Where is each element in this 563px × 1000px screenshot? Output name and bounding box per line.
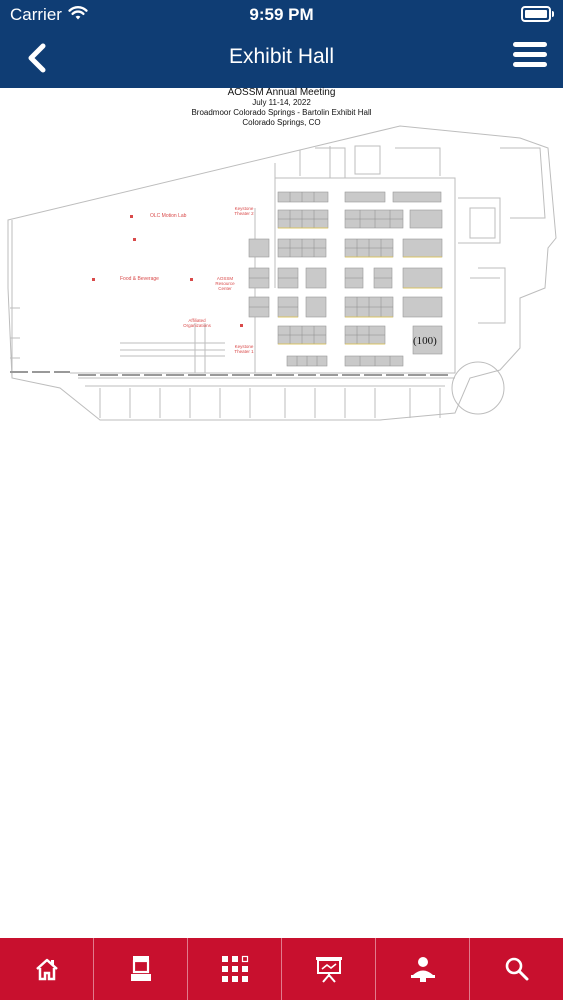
- hamburger-line: [513, 52, 547, 57]
- clock-time: 9:59 PM: [249, 5, 314, 24]
- tab-home[interactable]: [0, 938, 93, 1000]
- search-icon: [505, 957, 528, 981]
- tab-search[interactable]: [469, 938, 563, 1000]
- tab-speakers[interactable]: [375, 938, 469, 1000]
- booth-100-label[interactable]: (100): [413, 335, 437, 347]
- label-keystone-theater-2: Keystone Theater 2: [234, 206, 254, 216]
- exhibit-hall-floor-plan[interactable]: AOSSM Annual Meeting July 11-14, 2022 Br…: [0, 88, 563, 428]
- tab-floor-plan[interactable]: [187, 938, 281, 1000]
- tab-sessions[interactable]: [281, 938, 375, 1000]
- home-icon: [35, 958, 58, 981]
- status-bar: Carrier 9:59 PM: [0, 0, 563, 30]
- navigation-bar: Exhibit Hall: [0, 30, 563, 88]
- kiosk-icon: [130, 956, 151, 981]
- presentation-easel-icon: [315, 957, 342, 983]
- floor-grid-icon: [221, 955, 248, 982]
- floor-plan-drawing: [7, 125, 557, 421]
- label-food-beverage: Food & Beverage: [120, 276, 159, 282]
- bottom-tab-bar: [0, 938, 563, 1000]
- tab-kiosk[interactable]: [93, 938, 187, 1000]
- label-olc-motion-lab: OLC Motion Lab: [150, 213, 187, 219]
- battery-icon: [521, 6, 554, 22]
- top-bar: Carrier 9:59 PM Exhibit Hall: [0, 0, 563, 88]
- label-aossm-resource-center: AOSSM Resource Center: [215, 276, 235, 291]
- speaker-person-icon: [410, 957, 435, 982]
- label-affiliated-organizations: Affiliated Organizations: [183, 318, 211, 328]
- hamburger-menu-icon: [513, 42, 547, 47]
- page-title: Exhibit Hall: [228, 45, 335, 68]
- label-keystone-theater-1: Keystone Theater 1: [234, 344, 254, 354]
- hamburger-line: [513, 62, 547, 67]
- menu-button[interactable]: [513, 42, 547, 68]
